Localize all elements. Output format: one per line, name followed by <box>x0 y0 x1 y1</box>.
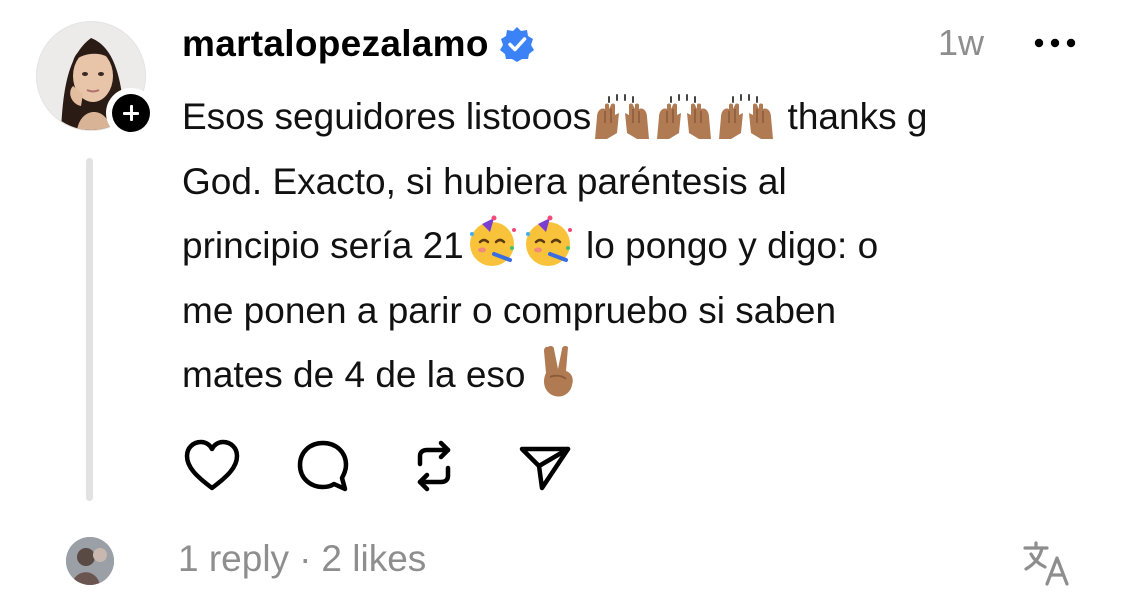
reply-avatar[interactable] <box>66 537 114 585</box>
comment-text-segment: me ponen a parir o compruebo si saben <box>182 289 837 331</box>
raising-hands-emoji <box>719 94 774 139</box>
comment-line: Esos seguidores listooos thanks g <box>182 85 1082 150</box>
comment-line: me ponen a parir o compruebo si saben <box>182 279 1082 344</box>
plus-icon <box>112 94 150 132</box>
comment-line: God. Exacto, si hubiera paréntesis al <box>182 150 1082 215</box>
replies-count[interactable]: 1 reply <box>178 538 289 580</box>
raising-hands-emoji <box>595 94 650 139</box>
comment-icon[interactable] <box>293 436 353 496</box>
comment-text-segment: God. Exacto, si hubiera paréntesis al <box>182 160 787 202</box>
translate-icon[interactable] <box>1022 540 1072 586</box>
comment-header: martalopezalamo <box>182 18 535 70</box>
comment-text-segment: lo pongo y digo: o <box>575 225 879 266</box>
raising-hands-emoji <box>657 94 712 139</box>
comment-line: principio sería 21 lo pongo y digo: o <box>182 214 1082 279</box>
comment-text-segment: Esos seguidores listooos <box>182 96 592 137</box>
comment-text-segment: thanks g <box>777 96 928 137</box>
timestamp: 1w <box>938 22 985 63</box>
victory-hand-emoji <box>543 345 573 397</box>
comment-line: mates de 4 de la eso <box>182 343 1082 408</box>
likes-count[interactable]: 2 likes <box>321 538 426 580</box>
separator: · <box>299 538 312 579</box>
heart-icon[interactable] <box>182 436 242 496</box>
username[interactable]: martalopezalamo <box>182 23 489 65</box>
comment-text: Esos seguidores listooos thanks g God. Ex… <box>182 85 1082 408</box>
partying-face-emoji <box>525 215 572 266</box>
thread-line <box>86 158 93 501</box>
share-icon[interactable] <box>515 436 575 496</box>
reply-avatar-photo <box>66 537 114 585</box>
more-options-icon[interactable] <box>1030 28 1080 58</box>
reply-stats: 1 reply · 2 likes <box>178 538 426 580</box>
repost-icon[interactable] <box>404 436 464 496</box>
comment-text-segment: principio sería 21 <box>182 225 464 266</box>
follow-plus-button[interactable] <box>106 88 156 138</box>
comment-text-segment: mates de 4 de la eso <box>182 354 536 395</box>
partying-face-emoji <box>469 215 516 266</box>
verified-badge-icon <box>499 27 534 62</box>
action-bar <box>182 436 575 496</box>
